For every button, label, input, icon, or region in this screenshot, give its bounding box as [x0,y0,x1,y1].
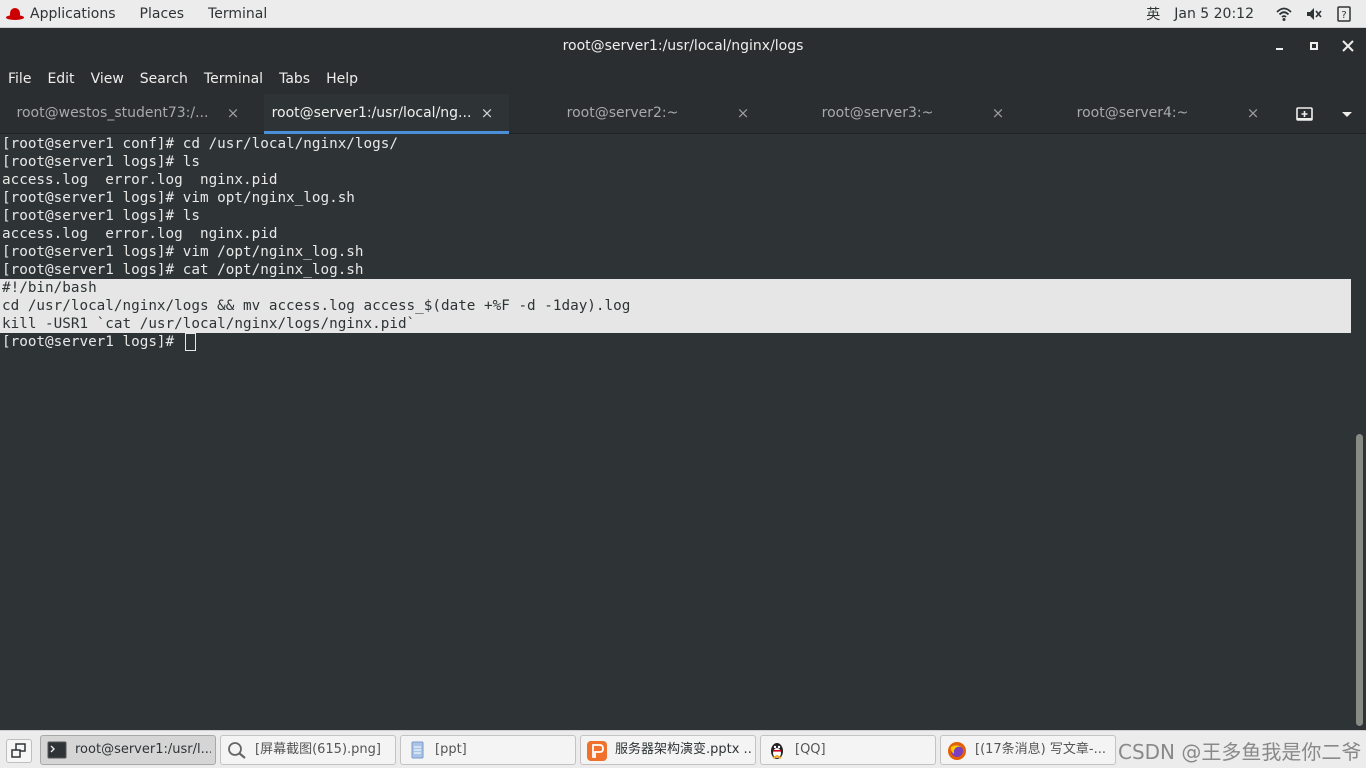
help-icon[interactable]: ? [1336,6,1352,22]
top-panel: Applications Places Terminal 英 Jan 5 20:… [0,0,1366,28]
terminal-line: [root@server1 logs]# ls [2,154,200,170]
tab-label: root@server1:/usr/local/ng... [271,105,472,121]
show-desktop-icon [11,743,26,758]
show-desktop-button[interactable] [6,739,32,763]
minimize-button[interactable] [1265,28,1295,64]
tab-close-icon[interactable]: × [990,94,1006,132]
taskbar-item-label: root@server1:/usr/l... [75,742,211,757]
terminal-menubar: File Edit View Search Terminal Tabs Help [0,64,1366,94]
maximize-icon [1310,42,1318,50]
terminal-line: [root@server1 logs]# cat /opt/nginx_log.… [2,262,364,278]
taskbar-item-ppt-folder[interactable]: [ppt] [400,735,576,765]
terminal-line: [root@server1 logs]# vim opt/nginx_log.s… [2,190,355,206]
terminal-icon [47,741,67,759]
tab-close-icon[interactable]: × [225,94,241,132]
tab-label: root@server4:~ [1076,105,1189,121]
tab-server3[interactable]: root@server3:~ × [765,94,1020,134]
terminal-line: access.log error.log nginx.pid [2,172,278,188]
taskbar-item-label: [(17条消息) 写文章-... [975,742,1106,757]
places-menu[interactable]: Places [128,0,197,28]
selected-terminal-line: cd /usr/local/nginx/logs && mv access.lo… [2,298,631,314]
tab-close-icon[interactable]: × [735,94,751,132]
taskbar-item-firefox[interactable]: [(17条消息) 写文章-... [940,735,1116,765]
selected-terminal-line: #!/bin/bash [2,280,97,296]
applications-label: Applications [30,5,116,22]
tab-server4[interactable]: root@server4:~ × [1020,94,1275,134]
redhat-logo-icon [6,7,24,20]
new-tab-icon[interactable] [1296,106,1314,122]
taskbar-item-qq[interactable]: [QQ] [760,735,936,765]
terminal-line: [root@server1 logs]# vim /opt/nginx_log.… [2,244,364,260]
menu-tabs[interactable]: Tabs [271,64,318,94]
wifi-icon[interactable] [1276,6,1292,22]
minimize-icon [1276,48,1283,50]
tab-label: root@server2:~ [566,105,679,121]
tab-label: root@westos_student73:/... [16,105,209,121]
prompt: [root@server1 logs]# [2,334,183,350]
svg-text:?: ? [1341,10,1346,21]
terminal-line: [root@server1 conf]# cd /usr/local/nginx… [2,136,398,152]
maximize-button[interactable] [1299,28,1329,64]
presentation-icon [587,741,607,761]
window-title: root@server1:/usr/local/nginx/logs [562,38,804,54]
taskbar-item-presentation[interactable]: 服务器架构演变.pptx ... [580,735,756,765]
taskbar-item-label: [QQ] [795,742,826,757]
terminal-line: access.log error.log nginx.pid [2,226,278,242]
tab-bar: root@westos_student73:/... × root@server… [0,94,1366,134]
close-icon [1342,40,1354,52]
taskbar-item-image-viewer[interactable]: [屏幕截图(615).png] [220,735,396,765]
selected-terminal-line: kill -USR1 `cat /usr/local/nginx/logs/ng… [2,316,416,332]
close-button[interactable] [1333,28,1363,64]
menu-edit[interactable]: Edit [39,64,82,94]
firefox-icon [947,741,967,760]
input-method-indicator[interactable]: 英 [1146,4,1160,24]
taskbar-item-label: [ppt] [435,742,467,757]
tab-server1[interactable]: root@server1:/usr/local/ng... × [264,94,509,134]
qq-penguin-icon [767,741,787,759]
terminal-app-menu[interactable]: Terminal [196,0,279,28]
menu-terminal[interactable]: Terminal [196,64,271,94]
taskbar-item-terminal[interactable]: root@server1:/usr/l... [40,735,216,765]
menu-file[interactable]: File [0,64,39,94]
prompt-line[interactable]: [root@server1 logs]# [2,333,196,351]
document-icon [407,741,427,759]
terminal-scrollbar[interactable] [1356,434,1363,726]
tab-label: root@server3:~ [821,105,934,121]
menu-help[interactable]: Help [318,64,366,94]
tab-list-dropdown-icon[interactable] [1340,106,1354,122]
volume-icon[interactable] [1306,6,1322,22]
tab-close-icon[interactable]: × [1245,94,1261,132]
tab-server2[interactable]: root@server2:~ × [510,94,765,134]
taskbar-item-label: 服务器架构演变.pptx ... [615,742,751,757]
terminal-line: [root@server1 logs]# ls [2,208,200,224]
terminal-view[interactable]: [root@server1 conf]# cd /usr/local/nginx… [0,134,1366,730]
window-titlebar[interactable]: root@server1:/usr/local/nginx/logs [0,28,1366,64]
csdn-watermark: CSDN @王多鱼我是你二爷 [1118,740,1362,764]
clock[interactable]: Jan 5 20:12 [1174,6,1254,22]
image-viewer-icon [227,741,247,759]
text-cursor [184,333,196,351]
applications-menu[interactable]: Applications [0,0,128,28]
tab-close-icon[interactable]: × [479,94,495,132]
tab-westos-student73[interactable]: root@westos_student73:/... × [0,94,255,134]
menu-search[interactable]: Search [132,64,196,94]
taskbar-item-label: [屏幕截图(615).png] [255,742,381,757]
menu-view[interactable]: View [83,64,132,94]
